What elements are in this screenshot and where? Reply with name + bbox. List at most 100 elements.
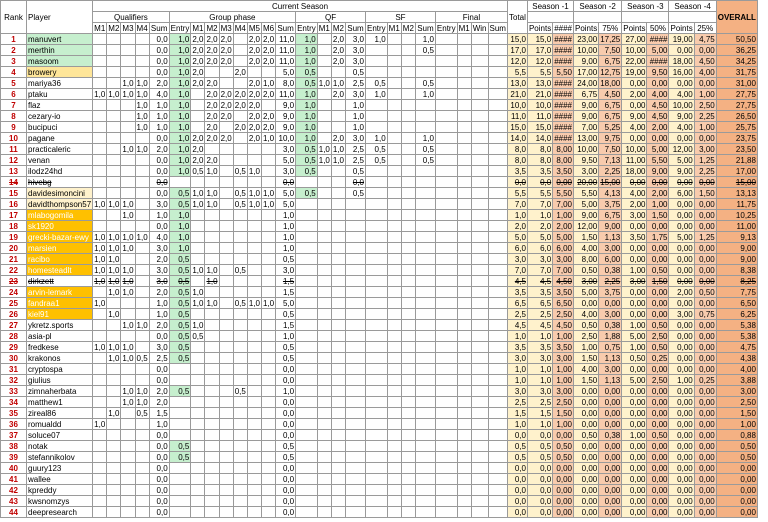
value-cell[interactable] (218, 198, 234, 210)
value-cell[interactable] (345, 407, 366, 419)
value-cell[interactable] (400, 165, 416, 177)
value-cell[interactable] (456, 484, 472, 496)
value-cell[interactable]: 0,00 (693, 495, 717, 507)
value-cell[interactable] (204, 407, 220, 419)
value-cell[interactable] (434, 187, 458, 199)
value-cell[interactable]: 0,0 (506, 484, 528, 496)
value-cell[interactable] (134, 418, 150, 430)
value-cell[interactable]: 0,0 (148, 44, 170, 56)
value-cell[interactable]: 4,00 (715, 363, 758, 375)
value-cell[interactable]: 0,0 (148, 165, 170, 177)
value-cell[interactable]: 1,0 (168, 132, 192, 144)
value-cell[interactable] (345, 341, 366, 353)
value-cell[interactable] (92, 143, 108, 155)
value-cell[interactable]: 1,0 (148, 121, 170, 133)
value-cell[interactable] (316, 66, 332, 78)
value-cell[interactable] (92, 66, 108, 78)
value-cell[interactable]: 2,0 (330, 55, 347, 67)
value-cell[interactable] (434, 154, 458, 166)
value-cell[interactable]: 1,0 (275, 209, 297, 221)
value-cell[interactable]: 4,50 (646, 110, 670, 122)
value-cell[interactable]: 2,0 (218, 44, 234, 56)
value-cell[interactable] (316, 220, 332, 232)
value-cell[interactable]: 2,25 (598, 165, 623, 177)
value-cell[interactable] (218, 473, 234, 485)
value-cell[interactable]: 0,5 (295, 165, 318, 177)
value-cell[interactable] (386, 33, 402, 45)
value-cell[interactable] (218, 330, 234, 342)
value-cell[interactable]: 2,50 (572, 330, 600, 342)
value-cell[interactable] (386, 220, 402, 232)
value-cell[interactable] (330, 451, 347, 463)
value-cell[interactable]: 4,13 (598, 187, 623, 199)
value-cell[interactable]: 2,0 (506, 220, 528, 232)
value-cell[interactable] (487, 264, 508, 276)
value-cell[interactable] (190, 451, 206, 463)
value-cell[interactable] (246, 506, 262, 518)
value-cell[interactable] (456, 429, 472, 441)
value-cell[interactable] (134, 187, 150, 199)
value-cell[interactable] (386, 44, 402, 56)
value-cell[interactable]: 0,00 (693, 385, 717, 397)
value-cell[interactable]: 7,0 (526, 198, 554, 210)
value-cell[interactable]: 9,00 (572, 55, 600, 67)
value-cell[interactable] (386, 418, 402, 430)
value-cell[interactable]: 0,00 (693, 242, 717, 254)
value-cell[interactable] (400, 286, 416, 298)
value-cell[interactable] (400, 385, 416, 397)
value-cell[interactable]: 0,75 (693, 308, 717, 320)
value-cell[interactable]: 5,00 (572, 198, 600, 210)
value-cell[interactable]: 2,0 (330, 132, 347, 144)
value-cell[interactable] (204, 209, 220, 221)
value-cell[interactable] (232, 253, 248, 265)
value-cell[interactable] (218, 231, 234, 243)
value-cell[interactable]: 5,50 (552, 187, 574, 199)
value-cell[interactable] (434, 429, 458, 441)
value-cell[interactable]: 3,0 (345, 132, 366, 144)
value-cell[interactable] (204, 352, 220, 364)
value-cell[interactable] (434, 396, 458, 408)
value-cell[interactable] (456, 88, 472, 100)
value-cell[interactable]: 1,13 (598, 352, 623, 364)
value-cell[interactable] (345, 319, 366, 331)
value-cell[interactable] (120, 374, 136, 386)
value-cell[interactable]: #### (552, 77, 574, 89)
value-cell[interactable]: 0,00 (668, 484, 695, 496)
value-cell[interactable]: 0,00 (668, 451, 695, 463)
value-cell[interactable] (106, 319, 122, 331)
value-cell[interactable]: 1,0 (506, 374, 528, 386)
value-cell[interactable] (414, 451, 436, 463)
value-cell[interactable]: 3,88 (715, 374, 758, 386)
value-cell[interactable] (246, 462, 262, 474)
value-cell[interactable]: 15,00 (715, 176, 758, 188)
value-cell[interactable]: 4,0 (148, 231, 170, 243)
value-cell[interactable]: 1,0 (168, 220, 192, 232)
value-cell[interactable] (470, 385, 489, 397)
value-cell[interactable] (400, 462, 416, 474)
player-cell[interactable]: kiel91 (25, 308, 94, 320)
value-cell[interactable] (316, 209, 332, 221)
value-cell[interactable]: 2,0 (218, 55, 234, 67)
value-cell[interactable] (246, 363, 262, 375)
value-cell[interactable] (134, 330, 150, 342)
value-cell[interactable] (365, 209, 388, 221)
value-cell[interactable]: 1,0 (275, 242, 297, 254)
value-cell[interactable] (330, 275, 347, 287)
value-cell[interactable]: 10,00 (621, 44, 648, 56)
value-cell[interactable]: 1,0 (246, 297, 262, 309)
value-cell[interactable]: 9,13 (715, 231, 758, 243)
value-cell[interactable] (330, 297, 347, 309)
value-cell[interactable] (414, 55, 436, 67)
value-cell[interactable]: 2,0 (330, 88, 347, 100)
value-cell[interactable] (330, 330, 347, 342)
value-cell[interactable] (434, 319, 458, 331)
value-cell[interactable]: 7,0 (506, 198, 528, 210)
value-cell[interactable] (487, 418, 508, 430)
value-cell[interactable] (120, 33, 136, 45)
value-cell[interactable] (295, 308, 318, 320)
value-cell[interactable] (134, 165, 150, 177)
value-cell[interactable] (218, 385, 234, 397)
value-cell[interactable] (386, 176, 402, 188)
player-cell[interactable]: giulius (25, 374, 94, 386)
value-cell[interactable]: 6,75 (572, 88, 600, 100)
